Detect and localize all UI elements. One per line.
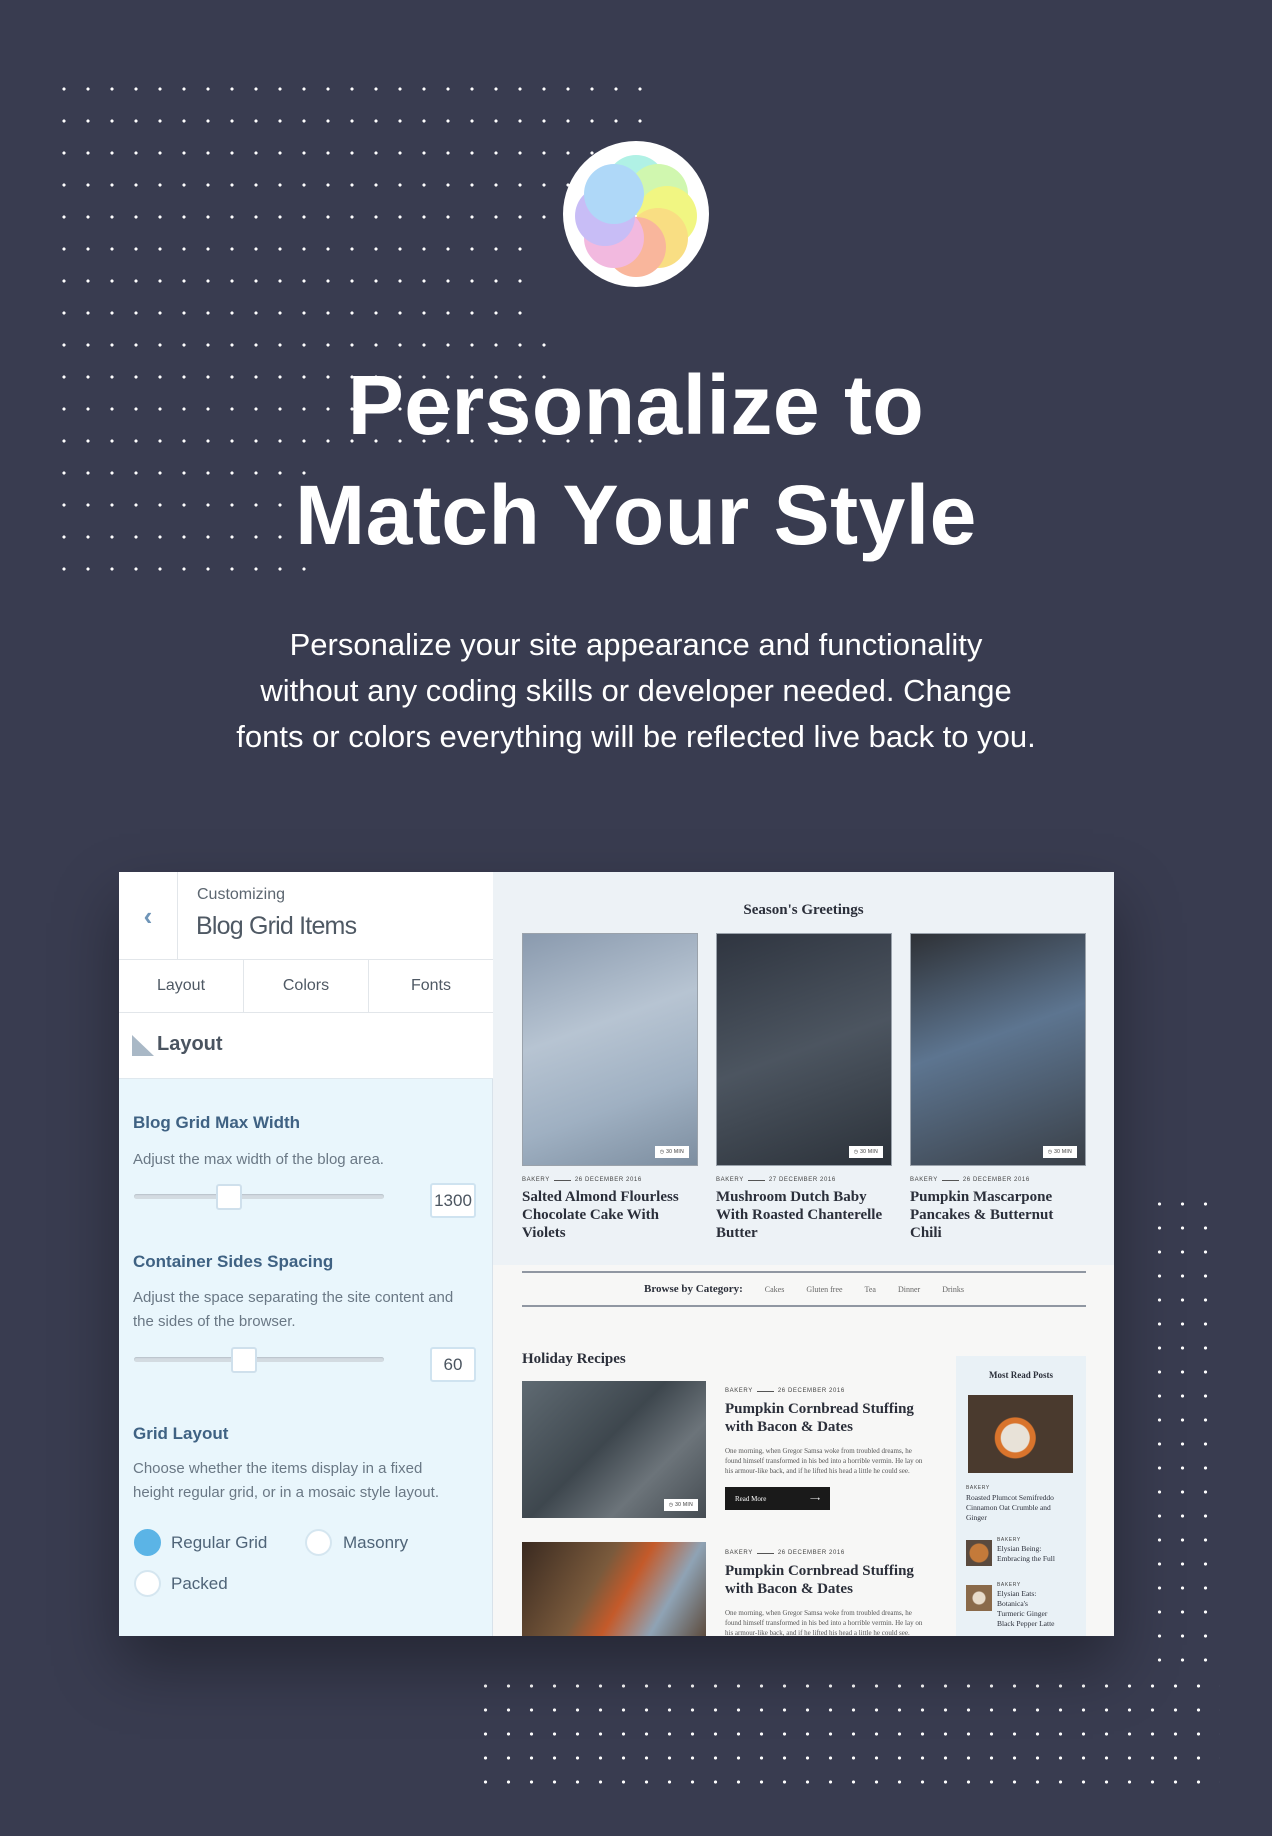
dot-pattern [52,233,532,329]
spacing-slider-thumb[interactable] [231,1347,257,1373]
subtitle-line: fonts or colors everything will be refle… [236,719,1036,754]
customizer-sidebar: ‹ Customizing Blog Grid Items Layout Col… [119,872,493,1636]
dot-pattern [474,1674,1220,1794]
dot-pattern [52,201,556,233]
post-meta: BAKERY [997,1582,1021,1588]
divider [522,1271,1086,1273]
desc-line: Adjust the space separating the site con… [133,1289,454,1306]
radio-label: Regular Grid [171,1533,268,1552]
radio-masonry[interactable] [305,1529,332,1556]
card-meta: BAKERY 27 DECEMBER 2016 [716,1177,836,1183]
post-image[interactable]: ◷ 30 MIN [522,1381,706,1518]
subtitle-line: Personalize your site appearance and fun… [289,627,983,662]
post-meta: BAKERY 26 DECEMBER 2016 [725,1388,845,1394]
card-meta: BAKERY 26 DECEMBER 2016 [522,1177,642,1183]
back-button[interactable]: ‹ [119,872,178,960]
card-image[interactable]: ◷ 30 MIN [910,933,1086,1166]
chevron-left-icon: ‹ [143,900,153,931]
featured-post-image[interactable] [968,1395,1073,1473]
dot-pattern [52,169,580,201]
divider [522,1305,1086,1307]
spacing-desc: Adjust the space separating the site con… [133,1286,483,1334]
radio-label: Packed [171,1574,228,1593]
category-link[interactable]: Gluten free [806,1285,842,1294]
section-header[interactable]: Layout [119,1013,493,1079]
radio-regular-grid[interactable] [134,1529,161,1556]
card-title[interactable]: Mushroom Dutch Baby With Roasted Chantere… [716,1188,892,1242]
category-link[interactable]: Dinner [898,1285,920,1294]
card-title[interactable]: Salted Almond Flourless Chocolate Cake Wi… [522,1188,698,1242]
card-title[interactable]: Pumpkin Mascarpone Pancakes & Butternut Ch… [910,1188,1086,1242]
customizer-header: ‹ Customizing Blog Grid Items [119,872,493,960]
time-badge: ◷ 30 MIN [848,1146,883,1158]
dot-pattern [1148,1192,1220,1672]
category-link[interactable]: Cakes [765,1285,785,1294]
spacing-label: Container Sides Spacing [133,1252,334,1271]
grid-layout-label: Grid Layout [133,1424,229,1443]
post-excerpt: One morning, when Gregor Samsa woke from… [725,1447,923,1475]
radio-packed[interactable] [134,1570,161,1597]
panel-title: Blog Grid Items [196,912,357,940]
max-width-label: Blog Grid Max Width [133,1113,301,1132]
hero-title-line: Match Your Style [295,468,977,562]
post-title[interactable]: Elysian Being: Embracing the Full [997,1544,1055,1564]
section-title: Layout [157,1033,223,1055]
post-meta: BAKERY 26 DECEMBER 2016 [725,1550,845,1556]
read-more-button[interactable]: Read More ⟶ [725,1487,830,1510]
post-meta: BAKERY [997,1537,1021,1543]
max-width-input[interactable]: 1300 [430,1183,476,1218]
post-title[interactable]: Pumpkin Cornbread Stuffing with Bacon & D… [725,1400,955,1436]
spacing-slider[interactable] [134,1357,384,1362]
radio-label: Masonry [343,1533,409,1552]
hero-title-line: Personalize to [347,358,925,452]
app-logo [563,141,709,287]
post-image[interactable] [522,1542,706,1636]
ruler-triangle-icon [132,1035,154,1056]
post-thumb[interactable] [966,1585,992,1611]
hero-title: Personalize to Match Your Style [0,350,1272,570]
category-link[interactable]: Tea [865,1285,876,1294]
desc-line: height regular grid, or in a mosaic styl… [133,1484,439,1501]
customizer-screenshot: ‹ Customizing Blog Grid Items Layout Col… [119,872,1114,1636]
post-title[interactable]: Elysian Eats: Botanica's Turmeric Ginger Bl… [997,1589,1054,1629]
post-thumb[interactable] [966,1540,992,1566]
card-image[interactable]: ◷ 30 MIN [716,933,892,1166]
grid-layout-desc: Choose whether the items display in a fi… [133,1457,483,1505]
arrow-right-icon: ⟶ [809,1494,820,1503]
time-badge: ◷ 30 MIN [663,1499,698,1511]
time-badge: ◷ 30 MIN [1042,1146,1077,1158]
subtitle-line: without any coding skills or developer n… [260,673,1012,708]
category-bar: Browse by Category: Cakes Gluten free Te… [522,1283,1086,1295]
tab-bar: Layout Colors Fonts [119,960,493,1013]
card-image[interactable]: ◷ 30 MIN [522,933,698,1166]
spacing-input[interactable]: 60 [430,1347,476,1382]
color-flower-icon [575,155,697,277]
post-meta: BAKERY [966,1485,990,1491]
featured-post-title[interactable]: Roasted Plumcot Semifreddo Cinnamon Oat C… [966,1493,1081,1523]
max-width-slider-thumb[interactable] [216,1184,242,1210]
tab-layout[interactable]: Layout [119,960,244,1012]
category-link[interactable]: Drinks [942,1285,964,1294]
desc-line: Choose whether the items display in a fi… [133,1460,423,1477]
desc-line: the sides of the browser. [133,1313,296,1330]
time-badge: ◷ 30 MIN [654,1146,689,1158]
max-width-desc: Adjust the max width of the blog area. [133,1151,384,1168]
featured-heading: Season's Greetings [743,902,864,918]
list-heading: Holiday Recipes [522,1351,626,1367]
tab-fonts[interactable]: Fonts [369,960,493,1012]
dot-pattern [52,73,652,169]
widget-heading: Most Read Posts [989,1370,1053,1380]
card-meta: BAKERY 26 DECEMBER 2016 [910,1177,1030,1183]
context-label: Customizing [197,886,286,903]
post-excerpt: One morning, when Gregor Samsa woke from… [725,1609,923,1636]
browse-label: Browse by Category: [644,1283,743,1295]
tab-colors[interactable]: Colors [244,960,369,1012]
site-preview: Season's Greetings ◷ 30 MIN BAKERY 26 DEC… [493,872,1114,1636]
most-read-widget: Most Read Posts BAKERY Roasted Plumcot S… [956,1356,1086,1636]
post-title[interactable]: Pumpkin Cornbread Stuffing with Bacon & D… [725,1562,955,1598]
hero-subtitle: Personalize your site appearance and fun… [120,622,1152,760]
max-width-slider[interactable] [134,1194,384,1199]
